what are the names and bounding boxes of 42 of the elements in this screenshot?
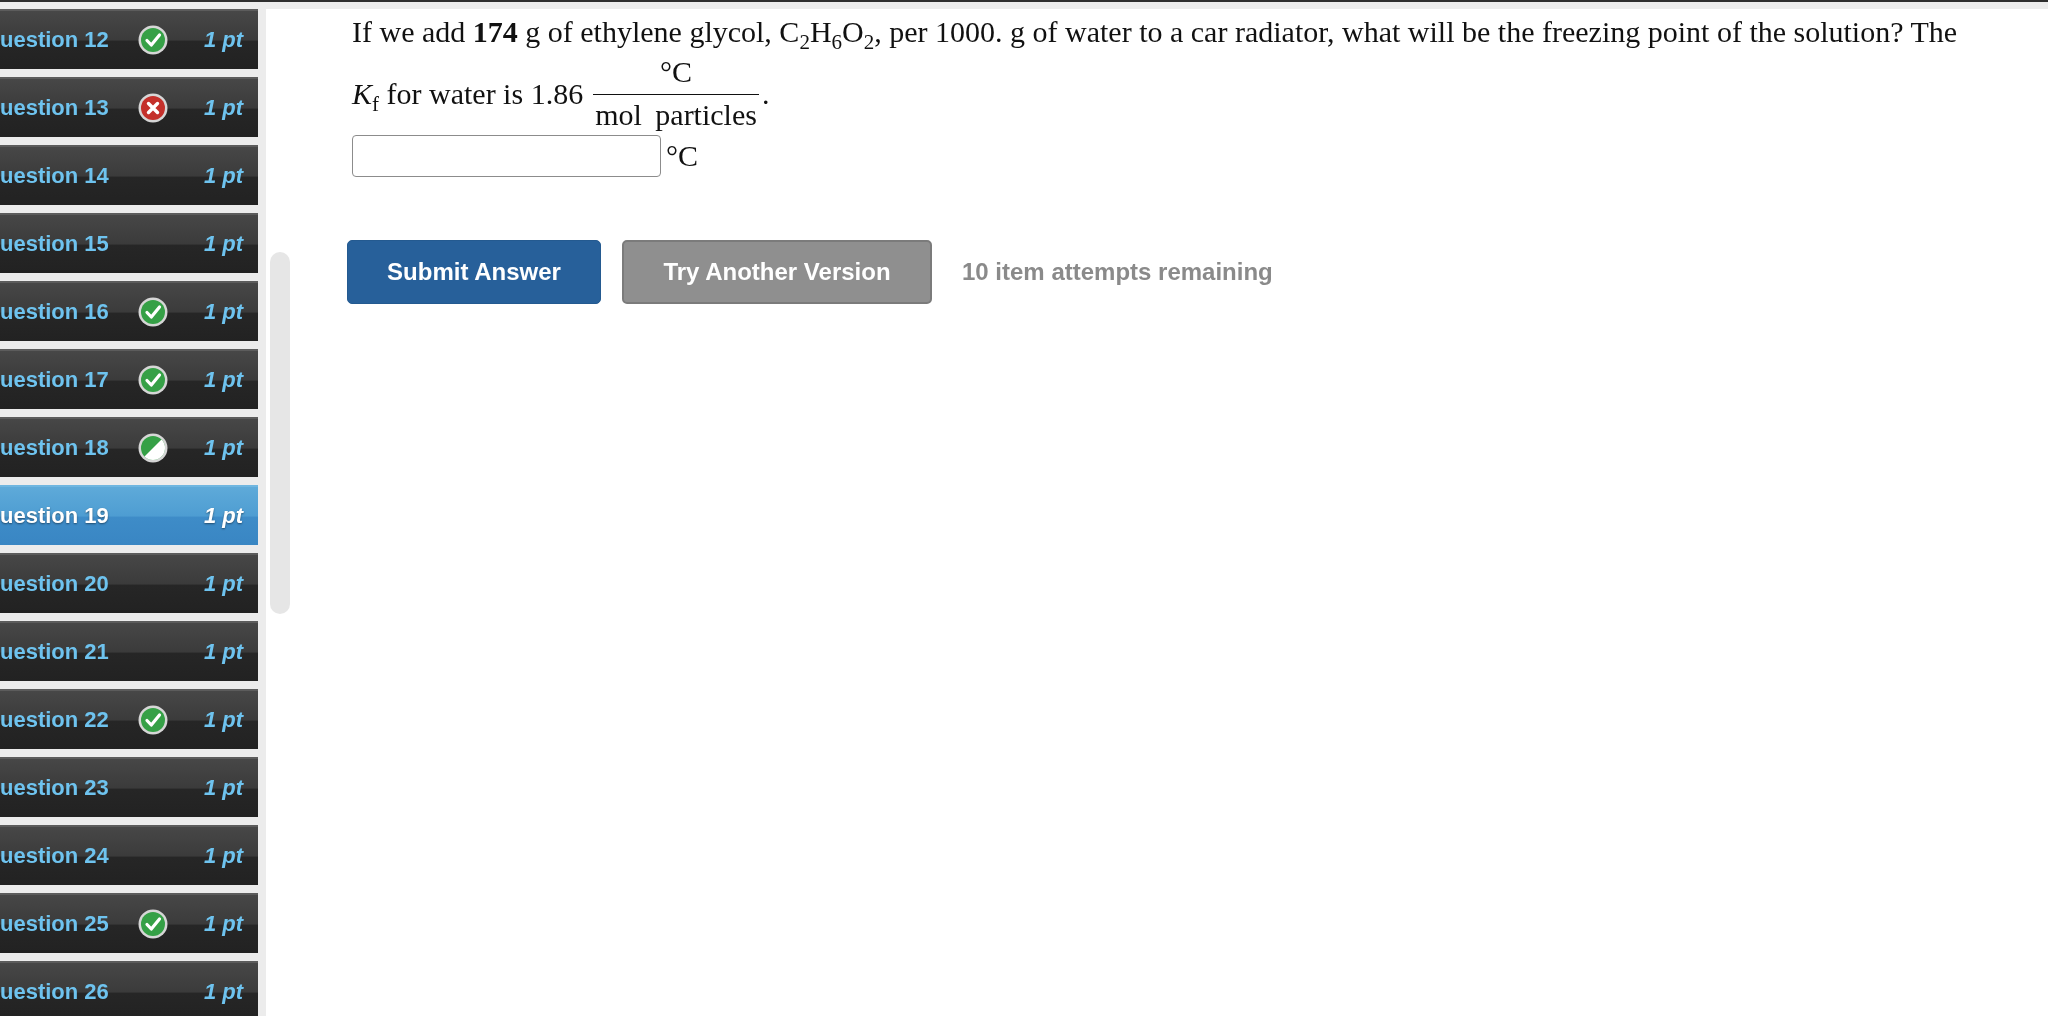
question-nav-item[interactable]: uestion 15 1 pt xyxy=(0,213,258,273)
points-label: 1 pt xyxy=(203,95,243,121)
points-label: 1 pt xyxy=(203,707,243,733)
attempts-remaining-text: 10 item attempts remaining xyxy=(962,258,1273,286)
scrollbar-thumb[interactable] xyxy=(270,252,290,614)
points-label: 1 pt xyxy=(203,435,243,461)
question-nav-item[interactable]: uestion 12 1 pt xyxy=(0,9,258,69)
points-label: 1 pt xyxy=(203,163,243,189)
submit-button[interactable]: Submit Answer xyxy=(347,240,601,304)
question-nav-item[interactable]: uestion 14 1 pt xyxy=(0,145,258,205)
points-label: 1 pt xyxy=(203,843,243,869)
points-label: 1 pt xyxy=(203,299,243,325)
unit-label: °C xyxy=(666,141,698,171)
question-nav-item[interactable]: uestion 16 1 pt xyxy=(0,281,258,341)
question-nav-item[interactable]: uestion 25 1 pt xyxy=(0,893,258,953)
question-nav-item[interactable]: uestion 18 1 pt xyxy=(0,417,258,477)
half-filled-circle-icon xyxy=(138,433,168,463)
question-nav-item[interactable]: uestion 26 1 pt xyxy=(0,961,258,1016)
question-nav-item[interactable]: uestion 23 1 pt xyxy=(0,757,258,817)
points-label: 1 pt xyxy=(203,231,243,257)
cross-icon xyxy=(138,93,168,123)
question-nav-item[interactable]: uestion 13 1 pt xyxy=(0,77,258,137)
points-label: 1 pt xyxy=(203,639,243,665)
points-label: 1 pt xyxy=(203,503,243,529)
points-label: 1 pt xyxy=(203,775,243,801)
question-nav-item[interactable]: uestion 21 1 pt xyxy=(0,621,258,681)
check-icon xyxy=(138,705,168,735)
check-icon xyxy=(138,365,168,395)
check-icon xyxy=(138,909,168,939)
question-nav-item[interactable]: uestion 19 1 pt xyxy=(0,485,258,545)
question-nav-item[interactable]: uestion 20 1 pt xyxy=(0,553,258,613)
check-icon xyxy=(138,25,168,55)
points-label: 1 pt xyxy=(203,911,243,937)
question-nav-item[interactable]: uestion 24 1 pt xyxy=(0,825,258,885)
points-label: 1 pt xyxy=(203,367,243,393)
question-nav-item[interactable]: uestion 22 1 pt xyxy=(0,689,258,749)
question-nav-item[interactable]: uestion 17 1 pt xyxy=(0,349,258,409)
check-icon xyxy=(138,297,168,327)
points-label: 1 pt xyxy=(203,979,243,1005)
points-label: 1 pt xyxy=(203,571,243,597)
points-label: 1 pt xyxy=(203,27,243,53)
answer-field[interactable] xyxy=(352,135,661,177)
